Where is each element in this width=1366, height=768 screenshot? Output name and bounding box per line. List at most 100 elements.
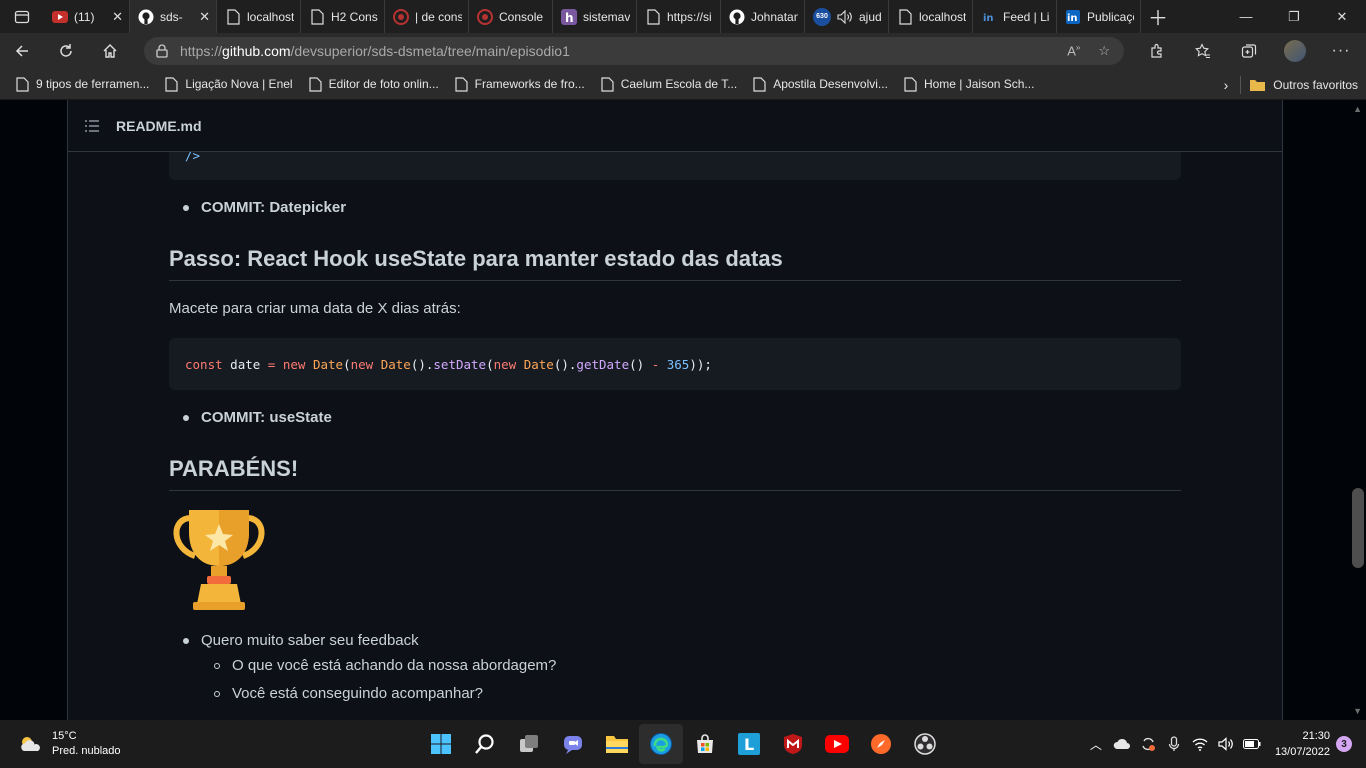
svg-text:L: L [744,735,754,754]
tab-localhost[interactable]: localhost [217,0,301,33]
step-heading: Passo: React Hook useState para manter e… [169,246,1181,281]
bookmarks-overflow-button[interactable]: › [1212,69,1241,100]
notification-badge[interactable]: 3 [1336,736,1352,752]
extensions-button[interactable] [1134,33,1180,69]
favorites-button[interactable] [1180,33,1226,69]
scrollbar[interactable]: ▲ ▼ [1349,100,1366,720]
window-controls: — ❐ ✕ [1222,0,1366,33]
tab-title: localhost [919,9,966,24]
weather-widget[interactable]: 15°C Pred. nublado [18,720,121,768]
bookmark-item[interactable]: 9 tipos de ferramen... [8,69,157,100]
app-l-button[interactable]: L [727,724,771,764]
tab-console[interactable]: Console [469,0,553,33]
scrollbar-thumb[interactable] [1352,488,1364,568]
brave-browser-button[interactable] [859,724,903,764]
home-button[interactable] [88,33,132,69]
mcafee-button[interactable] [771,724,815,764]
tab-actions-button[interactable] [0,0,44,33]
audio-icon[interactable] [837,9,853,25]
refresh-button[interactable] [44,33,88,69]
youtube-icon [825,735,849,753]
tab-sistemav[interactable]: h sistemav [553,0,637,33]
folder-icon [606,736,628,753]
mcafee-shield-icon [784,734,802,754]
close-tab-icon[interactable]: ✕ [199,9,210,25]
edge-browser-button[interactable] [639,724,683,764]
page-icon [225,8,241,25]
lock-icon[interactable] [144,44,180,58]
code-token: ( [343,356,351,372]
readme-container: README.md /> COMMIT: Datepicker Passo: R… [67,100,1283,720]
bookmark-item[interactable]: Editor de foto onlin... [301,69,447,100]
url-text[interactable]: https://github.com/devsuperior/sds-dsmet… [180,43,570,59]
settings-menu-button[interactable]: ··· [1318,33,1364,69]
code-token: (). [553,356,577,372]
back-button[interactable] [0,33,44,69]
search-button[interactable] [463,724,507,764]
bookmark-item[interactable]: Caelum Escola de T... [593,69,746,100]
bookmark-item[interactable]: Home | Jaison Sch... [896,69,1043,100]
scroll-up-icon[interactable]: ▲ [1353,104,1362,114]
sync-icon[interactable] [1135,736,1161,752]
code-token: new [275,356,313,372]
bookmark-item[interactable]: Frameworks de fro... [447,69,593,100]
close-tab-icon[interactable]: ✕ [112,9,123,25]
task-view-button[interactable] [507,724,551,764]
tab-localhost-2[interactable]: localhost [889,0,973,33]
other-favorites[interactable]: Outros favoritos [1241,69,1366,100]
search-icon [475,734,494,754]
tab-youtube[interactable]: (11) ✕ [44,0,130,33]
close-window-button[interactable]: ✕ [1318,0,1366,33]
tab-ajuda[interactable]: 630 ajud [805,0,889,33]
home-icon [103,44,117,58]
bullet [183,204,189,211]
onedrive-cloud-icon[interactable] [1109,738,1135,750]
battery-icon[interactable] [1239,739,1265,749]
bookmark-item[interactable]: Ligação Nova | Enel [157,69,300,100]
page-icon [455,76,468,92]
address-bar[interactable]: https://github.com/devsuperior/sds-dsmet… [144,37,1124,65]
minimize-button[interactable]: — [1222,0,1270,33]
teams-chat-button[interactable] [551,724,595,764]
tab-title: | de cons [415,9,462,24]
tab-publicacoes[interactable]: in Publicaçõ [1057,0,1141,33]
tab-johnatan[interactable]: Johnatan [721,0,805,33]
table-of-contents-icon[interactable] [84,118,100,134]
add-favorite-icon[interactable]: ☆ [1098,43,1110,59]
scroll-down-icon[interactable]: ▼ [1353,706,1362,716]
tab-de-cons[interactable]: | de cons [385,0,469,33]
readme-filename: README.md [116,117,202,134]
bullet [214,662,220,669]
bookmark-item[interactable]: Apostila Desenvolvi... [745,69,896,100]
page-icon [308,76,322,92]
list-item: COMMIT: useState [183,409,332,426]
wifi-icon[interactable] [1187,737,1213,751]
volume-icon[interactable] [1213,737,1239,751]
start-button[interactable] [419,724,463,764]
tab-feed-linkedin[interactable]: in Feed | Lir [973,0,1057,33]
tab-https-si[interactable]: https://si [637,0,721,33]
microphone-icon[interactable] [1161,736,1187,752]
file-explorer-button[interactable] [595,724,639,764]
page-icon [16,76,29,92]
clock[interactable]: 21:30 13/07/2022 [1275,728,1330,760]
code-token: () [629,356,652,372]
commit-usestate-text: COMMIT: useState [201,409,332,426]
microsoft-store-button[interactable] [683,724,727,764]
profile-button[interactable] [1272,33,1318,69]
letter-l-app-icon: L [738,733,760,755]
code-token: ( [486,356,494,372]
collections-button[interactable] [1226,33,1272,69]
tab-github-active[interactable]: sds- ✕ [130,0,217,33]
new-tab-button[interactable]: ＋ [1141,0,1175,33]
maximize-button[interactable]: ❐ [1270,0,1318,33]
page-icon [165,76,178,92]
compass-icon [871,734,891,754]
youtube-app-button[interactable] [815,724,859,764]
chevron-up-icon[interactable]: ︿ [1083,736,1109,753]
read-aloud-icon[interactable]: A» [1067,43,1080,58]
code-line: const date = new Date(new Date().setDate… [185,357,712,372]
obs-studio-button[interactable] [903,724,947,764]
list-item: Você está conseguindo acompanhar? [214,685,483,702]
tab-h2-console[interactable]: H2 Cons [301,0,385,33]
